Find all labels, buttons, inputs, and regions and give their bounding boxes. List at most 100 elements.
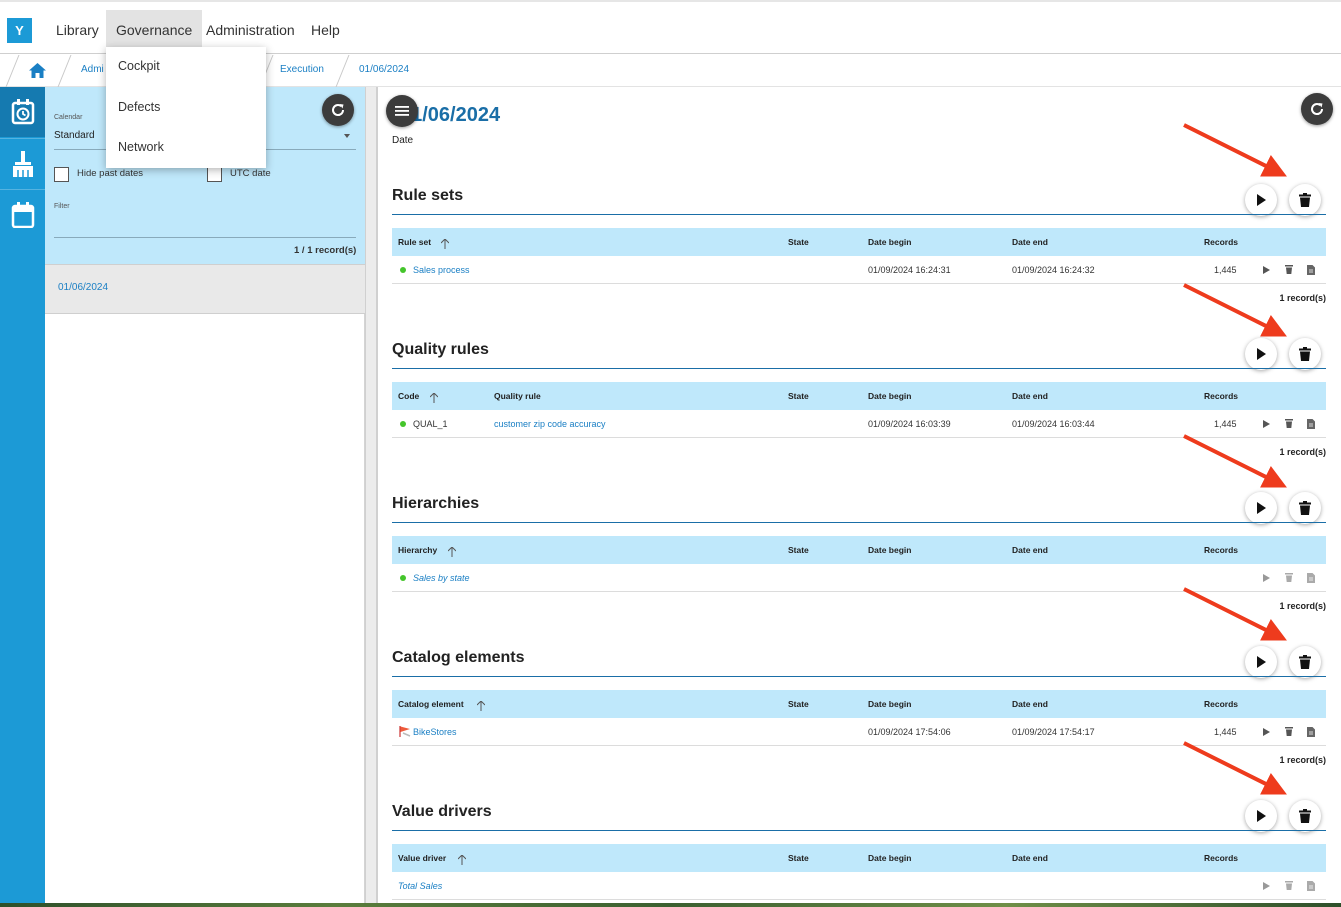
col-records[interactable]: Records xyxy=(1204,844,1238,872)
row-name[interactable]: BikeStores xyxy=(413,718,457,746)
col-date-begin[interactable]: Date begin xyxy=(868,690,911,718)
list-item-date[interactable]: 01/06/2024 xyxy=(58,282,108,293)
col-date-end[interactable]: Date end xyxy=(1012,382,1048,410)
col-records[interactable]: Records xyxy=(1204,690,1238,718)
row-date-end: 01/09/2024 16:03:44 xyxy=(1012,419,1095,429)
col-date-end[interactable]: Date end xyxy=(1012,228,1048,256)
table-row[interactable]: Sales by state xyxy=(392,564,1326,592)
sort-up-icon[interactable] xyxy=(476,698,486,716)
list-item[interactable]: 01/06/2024 xyxy=(45,265,365,314)
col-state[interactable]: State xyxy=(788,844,809,872)
col-date-end[interactable]: Date end xyxy=(1012,690,1048,718)
run-button[interactable] xyxy=(1245,184,1277,216)
top-menu-bar: Y Library Governance Administration Help xyxy=(0,0,1341,54)
rail-calendar[interactable] xyxy=(0,189,45,239)
trash-icon xyxy=(1299,655,1311,669)
col-catalog-element[interactable]: Catalog element xyxy=(398,690,464,718)
play-icon xyxy=(1263,882,1270,890)
dropdown-item-defects[interactable]: Defects xyxy=(118,100,160,114)
col-state[interactable]: State xyxy=(788,690,809,718)
row-name[interactable]: Sales process xyxy=(413,256,470,284)
col-date-begin[interactable]: Date begin xyxy=(868,382,911,410)
col-date-begin[interactable]: Date begin xyxy=(868,228,911,256)
col-date-end[interactable]: Date end xyxy=(1012,844,1048,872)
row-name[interactable]: Sales by state xyxy=(413,564,470,592)
run-button[interactable] xyxy=(1245,646,1277,678)
menu-administration[interactable]: Administration xyxy=(196,10,305,50)
utc-checkbox[interactable] xyxy=(207,167,222,182)
dropdown-item-cockpit[interactable]: Cockpit xyxy=(118,59,160,73)
col-date-begin[interactable]: Date begin xyxy=(868,536,911,564)
filter-label: Filter xyxy=(54,203,70,210)
breadcrumb-administration[interactable]: Admi xyxy=(81,55,104,87)
filter-input[interactable] xyxy=(54,237,356,238)
status-dot xyxy=(400,421,406,427)
delete-button[interactable] xyxy=(1289,800,1321,832)
col-value-driver[interactable]: Value driver xyxy=(398,844,446,872)
section-record-count: 1 record(s) xyxy=(1279,755,1326,765)
panel-splitter[interactable] xyxy=(365,87,377,903)
row-name[interactable]: Total Sales xyxy=(398,872,442,900)
rail-cleaning[interactable] xyxy=(0,138,45,188)
col-state[interactable]: State xyxy=(788,382,809,410)
row-date-end: 01/09/2024 16:24:32 xyxy=(1012,265,1095,275)
refresh-button[interactable] xyxy=(322,94,354,126)
breadcrumb-date[interactable]: 01/06/2024 xyxy=(359,55,409,87)
calendar-clock-icon xyxy=(11,99,34,125)
col-rule-set[interactable]: Rule set xyxy=(398,228,431,256)
section-record-count: 1 record(s) xyxy=(1279,601,1326,611)
section-title: Hierarchies xyxy=(392,495,480,512)
delete-button[interactable] xyxy=(1289,492,1321,524)
play-icon xyxy=(1263,574,1270,582)
menu-help[interactable]: Help xyxy=(301,10,350,50)
delete-button[interactable] xyxy=(1289,338,1321,370)
table-row[interactable]: BikeStores 01/09/2024 17:54:06 01/09/202… xyxy=(392,718,1326,746)
sort-up-icon[interactable] xyxy=(457,852,467,870)
sort-up-icon[interactable] xyxy=(429,390,439,408)
col-state[interactable]: State xyxy=(788,228,809,256)
col-quality-rule[interactable]: Quality rule xyxy=(494,382,541,410)
delete-button[interactable] xyxy=(1289,646,1321,678)
run-button[interactable] xyxy=(1245,800,1277,832)
col-code[interactable]: Code xyxy=(398,382,419,410)
col-records[interactable]: Records xyxy=(1204,536,1238,564)
trash-icon xyxy=(1299,193,1311,207)
breadcrumb-execution[interactable]: Execution xyxy=(280,55,324,87)
menu-toggle-button[interactable] xyxy=(386,95,418,127)
run-button[interactable] xyxy=(1245,492,1277,524)
col-records[interactable]: Records xyxy=(1204,228,1238,256)
calendar-select[interactable]: Standard xyxy=(54,130,95,141)
menu-library[interactable]: Library xyxy=(46,10,109,50)
hide-past-checkbox[interactable] xyxy=(54,167,69,182)
col-hierarchy[interactable]: Hierarchy xyxy=(398,536,437,564)
col-date-begin[interactable]: Date begin xyxy=(868,844,911,872)
icon-rail xyxy=(0,87,45,903)
hide-past-label: Hide past dates xyxy=(77,168,144,179)
home-icon[interactable] xyxy=(29,63,46,83)
col-records[interactable]: Records xyxy=(1204,382,1238,410)
run-button[interactable] xyxy=(1245,338,1277,370)
table-row[interactable]: Total Sales xyxy=(392,872,1326,900)
play-icon xyxy=(1263,728,1270,736)
trash-icon xyxy=(1299,809,1311,823)
row-date-end: 01/09/2024 17:54:17 xyxy=(1012,727,1095,737)
col-state[interactable]: State xyxy=(788,536,809,564)
document-icon xyxy=(1307,727,1315,737)
refresh-icon xyxy=(1311,103,1324,115)
chevron-down-icon[interactable] xyxy=(344,134,350,138)
row-name[interactable]: customer zip code accuracy xyxy=(494,410,606,438)
table-row[interactable]: Sales process 01/09/2024 16:24:31 01/09/… xyxy=(392,256,1326,284)
delete-button[interactable] xyxy=(1289,184,1321,216)
col-date-end[interactable]: Date end xyxy=(1012,536,1048,564)
app-logo[interactable]: Y xyxy=(7,18,32,43)
rail-executions[interactable] xyxy=(0,87,45,137)
main-refresh-button[interactable] xyxy=(1301,93,1333,125)
sort-up-icon[interactable] xyxy=(447,544,457,562)
trash-icon xyxy=(1285,881,1293,890)
trash-icon xyxy=(1285,573,1293,582)
dropdown-item-network[interactable]: Network xyxy=(118,140,164,154)
sort-up-icon[interactable] xyxy=(440,236,450,254)
menu-governance[interactable]: Governance xyxy=(106,10,203,50)
table-row[interactable]: QUAL_1 customer zip code accuracy 01/09/… xyxy=(392,410,1326,438)
section-title: Value drivers xyxy=(392,803,492,820)
